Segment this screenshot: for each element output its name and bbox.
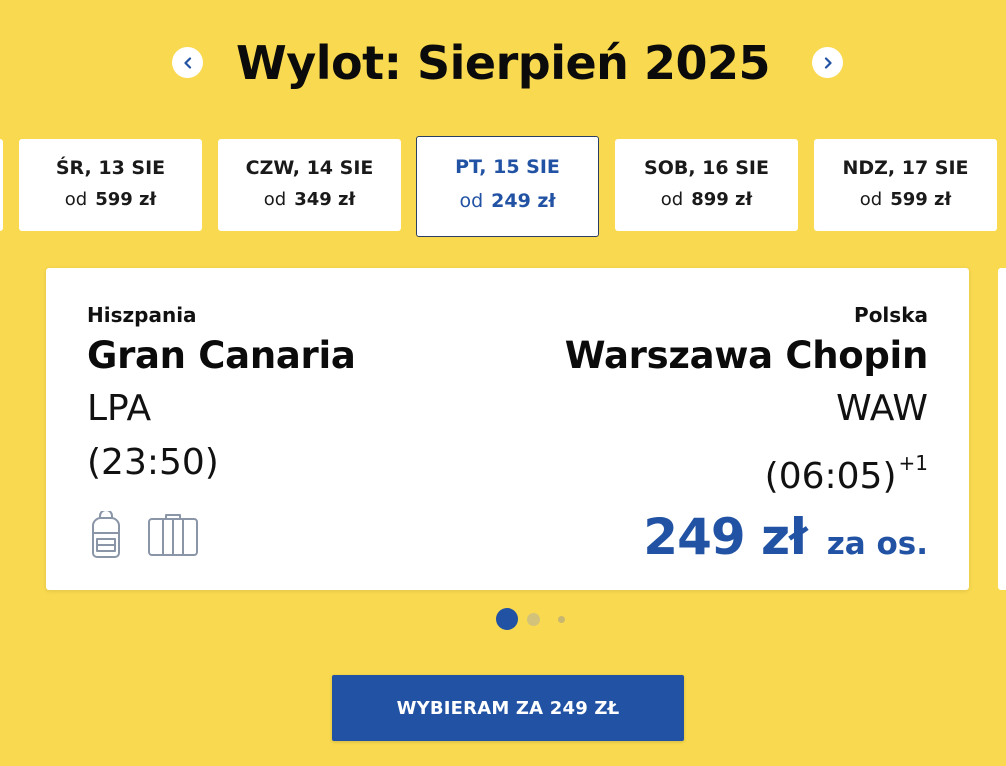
origin-country: Hiszpania bbox=[87, 303, 197, 327]
date-price: od 599 zł bbox=[64, 189, 157, 210]
next-flight-card-edge[interactable] bbox=[998, 268, 1006, 590]
date-card-previous[interactable] bbox=[0, 139, 3, 231]
select-flight-button[interactable]: WYBIERAM ZA 249 ZŁ bbox=[332, 675, 684, 741]
date-price: od 349 zł bbox=[263, 189, 356, 210]
arrival-time: (06:05) +1 bbox=[764, 451, 928, 497]
departure-time: (23:50) bbox=[87, 442, 219, 483]
day-offset: +1 bbox=[898, 451, 928, 475]
pagination-dot[interactable] bbox=[527, 612, 540, 626]
baggage-icons bbox=[87, 511, 199, 559]
price-per-person: za os. bbox=[826, 526, 928, 562]
backpack-icon bbox=[92, 511, 120, 558]
date-card[interactable]: ŚR, 13 SIE od 599 zł bbox=[19, 139, 202, 231]
chevron-right-icon bbox=[824, 56, 832, 69]
date-card[interactable]: CZW, 14 SIE od 349 zł bbox=[218, 139, 401, 231]
page-title: Wylot: Sierpień 2025 bbox=[236, 36, 770, 90]
flight-card[interactable]: Hiszpania Gran Canaria LPA (23:50) Polsk… bbox=[46, 268, 969, 590]
date-label: PT, 15 SIE bbox=[455, 156, 560, 178]
date-price: od 899 zł bbox=[660, 189, 753, 210]
price-amount: 249 zł bbox=[643, 508, 807, 566]
date-label: NDZ, 17 SIE bbox=[842, 157, 969, 179]
date-card[interactable]: NDZ, 17 SIE od 599 zł bbox=[814, 139, 997, 231]
pagination-dot[interactable] bbox=[558, 615, 565, 623]
chevron-left-icon bbox=[183, 56, 191, 69]
date-label: SOB, 16 SIE bbox=[644, 157, 769, 179]
date-card[interactable]: SOB, 16 SIE od 899 zł bbox=[615, 139, 798, 231]
destination-country: Polska bbox=[854, 303, 928, 327]
destination-code: WAW bbox=[836, 388, 928, 429]
pagination-dots bbox=[496, 608, 565, 630]
pagination-dot-active[interactable] bbox=[496, 608, 518, 630]
origin-airport: Gran Canaria bbox=[87, 334, 356, 377]
date-label: CZW, 14 SIE bbox=[245, 157, 374, 179]
origin-info: Hiszpania Gran Canaria LPA (23:50) bbox=[87, 302, 507, 490]
date-strip: ŚR, 13 SIE od 599 zł CZW, 14 SIE od 349 zł… bbox=[0, 136, 1006, 237]
next-month-button[interactable] bbox=[812, 47, 843, 78]
destination-info: Polska Warszawa Chopin WAW (06:05) +1 bbox=[508, 302, 929, 504]
prev-month-button[interactable] bbox=[172, 47, 203, 78]
origin-code: LPA bbox=[87, 388, 152, 429]
date-price: od 249 zł bbox=[459, 190, 556, 212]
date-label: ŚR, 13 SIE bbox=[55, 157, 166, 179]
destination-airport: Warszawa Chopin bbox=[564, 334, 929, 377]
suitcase-icon bbox=[148, 514, 198, 556]
date-price: od 599 zł bbox=[859, 189, 952, 210]
flight-price: 249 zł za os. bbox=[643, 504, 928, 577]
date-card-selected[interactable]: PT, 15 SIE od 249 zł bbox=[416, 136, 599, 237]
